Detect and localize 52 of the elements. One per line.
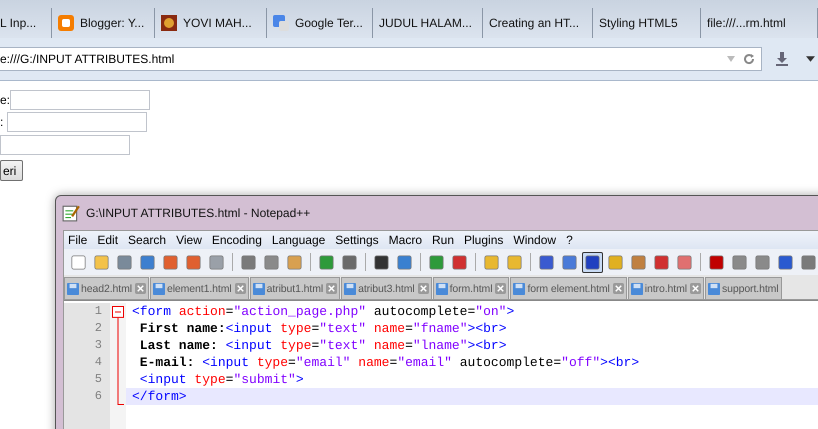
menu-item[interactable]: Macro [384,233,427,247]
close-icon[interactable] [326,283,338,294]
close-icon[interactable] [234,283,246,294]
menu-item[interactable]: Run [427,233,460,247]
menu-item[interactable]: File [64,233,92,247]
file-tab[interactable]: support.html [704,277,782,299]
address-field[interactable]: e:///G:/INPUT ATTRIBUTES.html [0,47,762,71]
field-label: e: [0,93,10,107]
blogger-icon [58,15,74,31]
window-title: G:\INPUT ATTRIBUTES.html - Notepad++ [86,206,310,220]
file-tab[interactable]: atribut3.html [341,277,432,299]
line-number: 4 [94,354,103,371]
code-line: E-mail: <input type="email" name="email" autocomplete="off"><br> [138,354,640,371]
notepad-icon [62,204,80,222]
text-input[interactable] [7,112,148,132]
menu-item[interactable]: View [171,233,207,247]
line-number: 2 [94,320,103,337]
field-label: : [0,115,4,129]
line-number: 5 [94,371,103,388]
text-input[interactable] [10,90,150,110]
menu-item[interactable]: Encoding [206,233,267,247]
file-tab[interactable]: form element.html [510,277,627,299]
file-tab[interactable]: intro.html [628,277,704,299]
menu-item[interactable]: Search [123,233,172,247]
file-tab[interactable]: atribut1.html [250,277,340,299]
line-number: 1 [94,303,103,320]
download-icon[interactable] [774,51,790,67]
file-tab[interactable]: head2.html [64,277,149,299]
code-line: <input type="submit"> [138,371,305,388]
code-line: Last name: <input type="text" name="lname"><br> [138,337,508,354]
code-line: <form action="action_page.php" autocomplete="on"> [131,303,516,320]
close-icon[interactable] [690,283,701,294]
menu-item[interactable]: Language [266,233,330,247]
submit-button[interactable]: eri [0,160,24,181]
text-input[interactable] [0,135,130,155]
close-icon[interactable] [418,283,429,294]
close-icon[interactable] [495,283,506,294]
file-tab[interactable]: element1.html [150,277,249,299]
line-number: 3 [94,337,103,354]
menu-item[interactable]: Plugins [459,233,508,247]
file-tab[interactable]: form.html [432,277,510,299]
menu-item[interactable]: Window [508,233,562,247]
menu-caret-icon[interactable] [806,56,815,62]
close-icon[interactable] [612,283,624,294]
menu-item[interactable]: Edit [92,233,124,247]
fold-marker-icon[interactable] [112,306,124,405]
menu-item[interactable]: ? [561,233,578,247]
menu-item[interactable]: Settings [330,233,384,247]
close-icon[interactable] [134,283,146,294]
code-line: First name:<input type="text" name="fname"><br> [138,320,508,337]
line-number: 6 [94,388,103,405]
reload-icon[interactable] [743,53,755,65]
